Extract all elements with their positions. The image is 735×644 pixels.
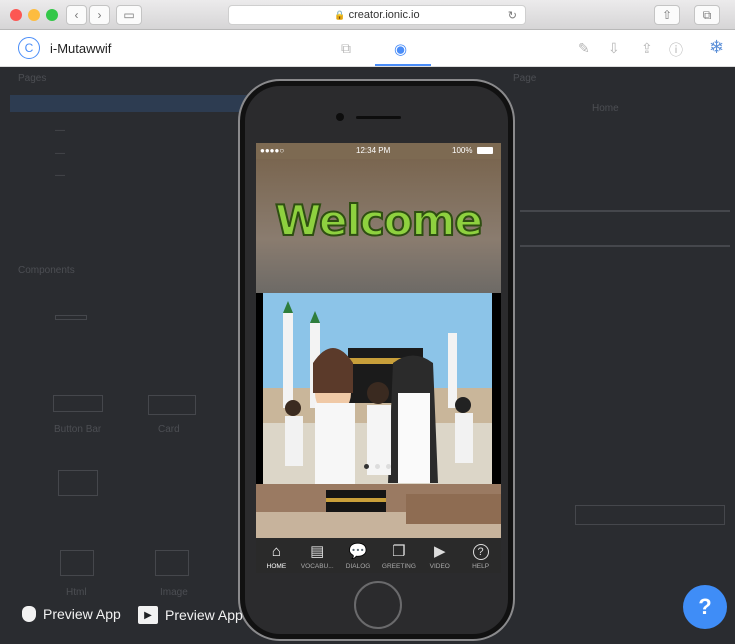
share-icon: ⇧ (661, 8, 673, 22)
export-icon[interactable]: ⇪ (641, 40, 653, 57)
battery-icon (477, 147, 493, 154)
share-button[interactable]: ⇧ (654, 5, 680, 25)
tab-dialog[interactable]: 💬 DIALOG (338, 538, 379, 573)
reload-icon[interactable]: ↻ (508, 9, 517, 22)
back-button[interactable]: ‹ (66, 5, 87, 25)
component-label: Html (66, 587, 87, 598)
property-select (575, 505, 725, 525)
project-name[interactable]: i-Mutawwif (50, 41, 111, 56)
sidebar-toggle-button[interactable]: ▭ (116, 5, 142, 25)
tabs-icon: ⧉ (702, 7, 712, 22)
divider (520, 210, 730, 212)
chat-icon: 💬 (348, 543, 368, 560)
chevron-left-icon: ‹ (74, 8, 79, 22)
page-tree-item: — (55, 148, 65, 159)
front-camera (336, 113, 344, 121)
tab-greeting[interactable]: ❐ GREETING (378, 538, 419, 573)
phone-home-button (354, 581, 402, 629)
help-circle-icon[interactable]: ⓘ (669, 40, 683, 60)
pager-dot-active[interactable] (364, 464, 369, 469)
component-thumb (53, 395, 103, 412)
tab-help[interactable]: ? HELP (460, 538, 501, 573)
design-mode-icon[interactable]: ⧉ (341, 40, 351, 57)
lock-icon: 🔒 (334, 9, 346, 20)
page-tree-item: — (55, 125, 65, 136)
sidebar-icon: ▭ (123, 8, 135, 22)
battery-percent: 100% (452, 146, 473, 155)
play-icon: ▶ (433, 543, 446, 560)
browser-titlebar: ‹ › ▭ 🔒 creator.ionic.io ↻ ⇧ ⧉ (0, 0, 735, 30)
chevron-right-icon: › (97, 8, 102, 22)
phone-status-bar: ●●●●○ 12:34 PM 100% (256, 143, 501, 159)
components-heading: Components (18, 265, 75, 276)
component-thumb (148, 395, 196, 415)
component-thumb (60, 550, 94, 576)
maximize-window-button[interactable] (46, 9, 58, 21)
pages-heading: Pages (18, 73, 47, 84)
preview-eye-icon[interactable]: ◉ (394, 40, 407, 58)
floating-help-button[interactable]: ? (683, 585, 727, 629)
image-slider[interactable] (263, 293, 492, 484)
settings-snowflake-icon[interactable]: ❄ (709, 37, 724, 58)
preview-app-android-button[interactable]: ▶ Preview App (138, 606, 243, 624)
page-tree-item: — (55, 170, 65, 181)
slider-pager[interactable] (263, 464, 492, 469)
url-text: creator.ionic.io (348, 9, 420, 21)
phone-tab-bar: ⌂ HOME ▤ VOCABU... 💬 DIALOG ❐ GREETING ▶… (256, 538, 501, 573)
kaaba-photo-strip (256, 484, 501, 538)
component-thumb (58, 470, 98, 496)
home-icon: ⌂ (271, 543, 281, 560)
component-label: Card (158, 424, 180, 435)
pager-dot[interactable] (375, 464, 380, 469)
kaaba-photo (256, 484, 501, 538)
component-label: Image (160, 587, 188, 598)
document-icon: ▤ (310, 543, 325, 560)
app-toolbar: C i-Mutawwif ⧉ ◉ ✎ ⇩ ⇪ ⓘ ❄ (0, 30, 735, 67)
selected-page-row (10, 95, 270, 112)
play-store-icon: ▶ (138, 606, 158, 624)
minimize-window-button[interactable] (28, 9, 40, 21)
welcome-title: Welcome (274, 195, 484, 246)
signal-indicator: ●●●●○ (260, 146, 285, 155)
phone-screen: ●●●●○ 12:34 PM 100% Welcome ⌂ HOME ▤ VOC… (256, 143, 501, 573)
properties-heading: Page (513, 73, 537, 84)
theme-brush-icon[interactable]: ✎ (578, 40, 590, 57)
apple-icon (22, 606, 36, 622)
status-time: 12:34 PM (356, 146, 391, 155)
address-bar[interactable]: 🔒 creator.ionic.io ↻ (228, 5, 526, 25)
question-icon: ? (698, 594, 712, 619)
pilgrims-illustration (263, 293, 492, 484)
help-icon: ? (472, 544, 489, 560)
pager-dot[interactable] (386, 464, 391, 469)
earpiece (356, 116, 401, 119)
property-value: Home (592, 103, 619, 114)
tab-vocabulary[interactable]: ▤ VOCABU... (297, 538, 338, 573)
forward-button[interactable]: › (89, 5, 110, 25)
close-window-button[interactable] (10, 9, 22, 21)
divider (520, 245, 730, 247)
download-icon[interactable]: ⇩ (608, 40, 620, 57)
component-label: Button Bar (54, 424, 102, 435)
tab-video[interactable]: ▶ VIDEO (419, 538, 460, 573)
preview-app-ios-button[interactable]: Preview App (22, 606, 121, 622)
tab-home[interactable]: ⌂ HOME (256, 538, 297, 573)
chats-icon: ❐ (392, 543, 406, 560)
component-thumb (155, 550, 189, 576)
creator-logo-icon[interactable]: C (18, 37, 40, 59)
tabs-button[interactable]: ⧉ (694, 5, 720, 25)
active-mode-indicator (375, 64, 431, 66)
component-thumb (55, 315, 87, 320)
phone-frame: ●●●●○ 12:34 PM 100% Welcome ⌂ HOME ▤ VOC… (238, 79, 515, 641)
